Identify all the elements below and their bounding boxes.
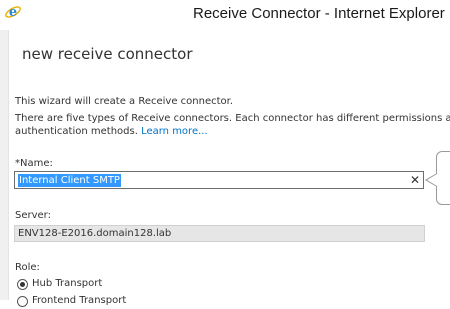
server-field-value: ENV128-E2016.domain128.lab: [18, 228, 172, 239]
svg-text:e: e: [9, 5, 17, 20]
name-field-value[interactable]: Internal Client SMTP: [18, 174, 121, 187]
radio-button-selected[interactable]: [17, 279, 28, 290]
role-label: Role:: [15, 262, 40, 273]
role-option-label: Hub Transport: [32, 278, 103, 289]
name-label: *Name:: [15, 158, 53, 169]
intro-text: This wizard will create a Receive connec…: [15, 96, 234, 107]
description-text: There are five types of Receive connecto…: [15, 113, 450, 124]
window-title: Receive Connector - Internet Explorer: [193, 5, 445, 22]
server-field: ENV128-E2016.domain128.lab: [14, 225, 425, 242]
description-text-continued: authentication methods. Learn more...: [15, 126, 208, 137]
wizard-title: new receive connector: [22, 45, 193, 63]
internet-explorer-icon: e: [5, 5, 21, 20]
name-field[interactable]: Internal Client SMTP ✕: [14, 171, 424, 189]
role-option-label: Frontend Transport: [32, 295, 127, 306]
help-callout-arrow-fill: [427, 174, 437, 186]
window-frame-left: [0, 30, 9, 300]
close-icon[interactable]: ✕: [410, 173, 420, 187]
radio-button[interactable]: [17, 296, 28, 307]
learn-more-link[interactable]: Learn more...: [141, 126, 208, 137]
help-callout: [436, 151, 450, 205]
radio-dot: [20, 282, 25, 287]
description-text-tail: authentication methods.: [15, 126, 142, 137]
server-label: Server:: [15, 210, 51, 221]
window-titlebar[interactable]: e Receive Connector - Internet Explorer: [0, 0, 450, 30]
